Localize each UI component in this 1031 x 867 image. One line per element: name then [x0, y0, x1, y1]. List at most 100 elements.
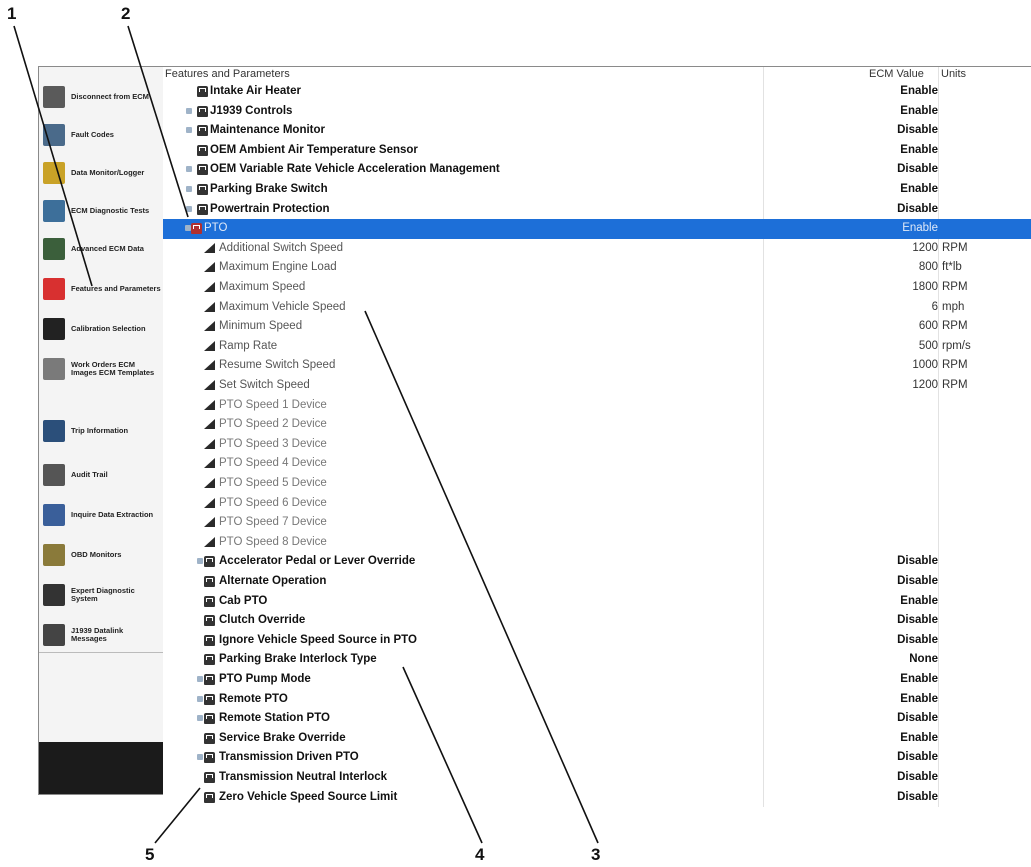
feature-row[interactable]: Transmission Driven PTO Disable — [163, 748, 1031, 768]
feature-row[interactable]: OEM Ambient Air Temperature Sensor Enable — [163, 141, 1031, 161]
expand-toggle-icon[interactable] — [197, 558, 203, 565]
feature-row[interactable]: Alternate Operation Disable — [163, 572, 1031, 592]
row-ecm-value[interactable]: Enable — [900, 105, 938, 117]
parameter-row[interactable]: Maximum Engine Load 800 ft*lb — [163, 258, 1031, 278]
parameter-row[interactable]: PTO Speed 3 Device — [163, 435, 1031, 455]
expand-toggle-icon[interactable] — [186, 166, 192, 173]
parameter-row[interactable]: PTO Speed 7 Device — [163, 513, 1031, 533]
expand-toggle-icon[interactable] — [186, 205, 192, 212]
sidebar-item-data-monitor[interactable]: Data Monitor/Logger — [43, 157, 161, 189]
feature-row[interactable]: Remote Station PTO Disable — [163, 709, 1031, 729]
row-ecm-value[interactable]: 1200 — [912, 379, 938, 391]
parameter-row[interactable]: PTO Speed 5 Device — [163, 474, 1031, 494]
feature-row[interactable]: Intake Air Heater Enable — [163, 82, 1031, 102]
feature-row[interactable]: Zero Vehicle Speed Source Limit Disable — [163, 788, 1031, 808]
expand-toggle-icon[interactable] — [186, 186, 192, 192]
parameter-row[interactable]: Set Switch Speed 1200 RPM — [163, 376, 1031, 396]
features-parameters-icon — [43, 278, 65, 300]
feature-row[interactable]: OEM Variable Rate Vehicle Acceleration M… — [163, 160, 1031, 180]
row-ecm-value[interactable]: Disable — [897, 555, 938, 567]
expand-toggle-icon[interactable] — [197, 715, 203, 722]
row-ecm-value[interactable]: Disable — [897, 751, 938, 763]
selected-feature-row[interactable]: PTO Enable — [163, 219, 1031, 239]
row-ecm-value[interactable]: Disable — [897, 163, 938, 175]
sidebar-item-fault-codes[interactable]: Fault Codes — [43, 119, 161, 151]
row-ecm-value[interactable]: Enable — [900, 732, 938, 744]
row-ecm-value[interactable]: Enable — [900, 144, 938, 156]
row-ecm-value[interactable]: 1800 — [912, 281, 938, 293]
expand-toggle-icon[interactable] — [197, 676, 203, 682]
sidebar-item-data-extraction[interactable]: Inquire Data Extraction — [43, 499, 161, 531]
feature-row[interactable]: Parking Brake Interlock Type None — [163, 650, 1031, 670]
column-header-ecm-value[interactable]: ECM Value — [869, 68, 924, 80]
feature-row[interactable]: Accelerator Pedal or Lever Override Disab… — [163, 552, 1031, 572]
row-ecm-value[interactable]: Enable — [900, 595, 938, 607]
callout-4: 4 — [475, 845, 485, 864]
parameter-row[interactable]: PTO Speed 2 Device — [163, 415, 1031, 435]
row-ecm-value[interactable]: 500 — [919, 340, 938, 352]
feature-row[interactable]: Clutch Override Disable — [163, 611, 1031, 631]
row-ecm-value[interactable]: 800 — [919, 261, 938, 273]
row-ecm-value[interactable]: Disable — [897, 124, 938, 136]
feature-row[interactable]: Maintenance Monitor Disable — [163, 121, 1031, 141]
row-ecm-value[interactable]: 1000 — [912, 359, 938, 371]
row-ecm-value[interactable]: Enable — [900, 183, 938, 195]
expand-toggle-icon[interactable] — [197, 754, 203, 761]
sidebar-item-expert-diagnostic[interactable]: Expert Diagnostic System — [43, 579, 161, 611]
feature-row[interactable]: Service Brake Override Enable — [163, 729, 1031, 749]
sidebar-item-calibration[interactable]: Calibration Selection — [43, 313, 161, 345]
sidebar-item-diagnostic-tests[interactable]: ECM Diagnostic Tests — [43, 195, 161, 227]
row-ecm-value[interactable]: Disable — [897, 614, 938, 626]
parameter-row[interactable]: Minimum Speed 600 RPM — [163, 317, 1031, 337]
sidebar-item-trip-info[interactable]: Trip Information — [43, 415, 161, 447]
row-ecm-value[interactable]: 600 — [919, 320, 938, 332]
parameter-row[interactable]: Resume Switch Speed 1000 RPM — [163, 356, 1031, 376]
row-ecm-value[interactable]: Enable — [900, 673, 938, 685]
feature-row[interactable]: Ignore Vehicle Speed Source in PTO Disabl… — [163, 631, 1031, 651]
parameter-icon — [204, 262, 215, 273]
sidebar-item-datalink[interactable]: J1939 Datalink Messages — [43, 619, 161, 651]
row-ecm-value[interactable]: Disable — [897, 712, 938, 724]
column-header-units[interactable]: Units — [941, 68, 966, 80]
row-ecm-value[interactable]: Enable — [900, 85, 938, 97]
parameter-row[interactable]: Additional Switch Speed 1200 RPM — [163, 239, 1031, 259]
row-name: Remote PTO — [219, 692, 288, 705]
sidebar-item-work-orders[interactable]: Work Orders ECM Images ECM Templates — [43, 353, 161, 385]
row-ecm-value[interactable]: Enable — [900, 693, 938, 705]
feature-row[interactable]: Remote PTO Enable — [163, 690, 1031, 710]
expand-toggle-icon[interactable] — [186, 107, 192, 114]
feature-row[interactable]: Cab PTO Enable — [163, 592, 1031, 612]
row-name: Intake Air Heater — [210, 85, 301, 97]
parameter-row[interactable]: PTO Speed 8 Device — [163, 533, 1031, 553]
sidebar-item-label: Fault Codes — [71, 130, 114, 139]
row-ecm-value[interactable]: 1200 — [912, 242, 938, 254]
sidebar-item-obd-monitors[interactable]: OBD Monitors — [43, 539, 161, 571]
sidebar-item-features-parameters[interactable]: Features and Parameters — [43, 273, 161, 305]
row-ecm-value[interactable]: Disable — [897, 791, 938, 803]
row-name: PTO Speed 5 Device — [219, 477, 327, 489]
column-header-features[interactable]: Features and Parameters — [165, 68, 290, 80]
parameter-row[interactable]: Ramp Rate 500 rpm/s — [163, 337, 1031, 357]
row-ecm-value[interactable]: Disable — [897, 771, 938, 783]
row-ecm-value[interactable]: Disable — [897, 203, 938, 215]
feature-row[interactable]: J1939 Controls Enable — [163, 102, 1031, 122]
feature-row[interactable]: Transmission Neutral Interlock Disable — [163, 768, 1031, 788]
parameter-row[interactable]: Maximum Speed 1800 RPM — [163, 278, 1031, 298]
row-ecm-value[interactable]: 6 — [932, 301, 938, 313]
sidebar-item-audit-trail[interactable]: Audit Trail — [43, 459, 161, 491]
row-ecm-value[interactable]: Disable — [897, 575, 938, 587]
expand-toggle-icon[interactable] — [197, 695, 203, 702]
row-ecm-value[interactable]: Enable — [902, 222, 938, 234]
feature-row[interactable]: Parking Brake Switch Enable — [163, 180, 1031, 200]
sidebar-item-advanced-data[interactable]: Advanced ECM Data — [43, 233, 161, 265]
parameter-row[interactable]: PTO Speed 4 Device — [163, 454, 1031, 474]
sidebar-item-disconnect[interactable]: Disconnect from ECM — [43, 81, 161, 113]
parameter-row[interactable]: Maximum Vehicle Speed 6 mph — [163, 298, 1031, 318]
row-ecm-value[interactable]: None — [909, 653, 938, 665]
parameter-row[interactable]: PTO Speed 1 Device — [163, 396, 1031, 416]
feature-row[interactable]: Powertrain Protection Disable — [163, 200, 1031, 220]
row-ecm-value[interactable]: Disable — [897, 634, 938, 646]
feature-row[interactable]: PTO Pump Mode Enable — [163, 670, 1031, 690]
expand-toggle-icon[interactable] — [186, 127, 192, 134]
parameter-row[interactable]: PTO Speed 6 Device — [163, 494, 1031, 514]
